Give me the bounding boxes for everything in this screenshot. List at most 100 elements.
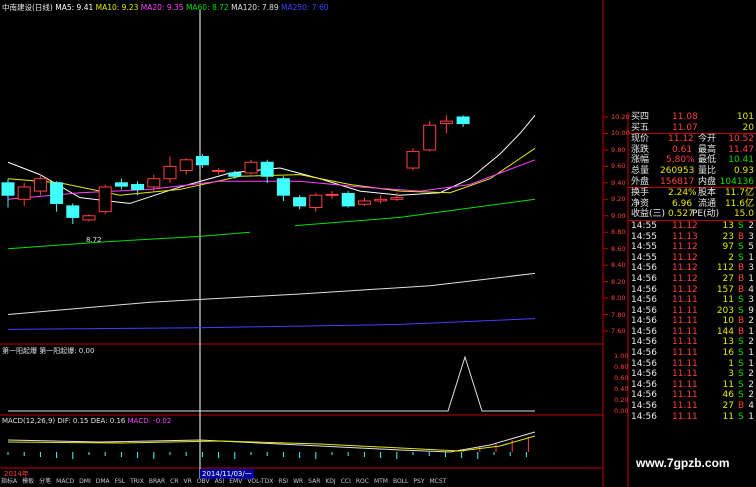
indicator-axis-label: 1.00	[614, 352, 629, 360]
candle-body	[50, 182, 64, 204]
tick-row[interactable]: 14:55 11.12 97 S 5	[628, 242, 756, 253]
ma20-label: MA20: 9.35	[140, 3, 184, 12]
tick-time: 14:56	[631, 401, 657, 412]
tick-row[interactable]: 14:56 11.11 11 S 1	[628, 412, 756, 423]
tick-count: 5	[748, 242, 754, 253]
tab-brar[interactable]: BRAR	[148, 477, 166, 487]
tab-cr[interactable]: CR	[169, 477, 179, 487]
tick-row[interactable]: 14:56 11.12 157 B 4	[628, 285, 756, 296]
tick-direction: B	[738, 263, 745, 274]
tab-vr[interactable]: VR	[183, 477, 193, 487]
tick-row[interactable]: 14:56 11.11 11 S 2	[628, 380, 756, 391]
tab-rsi[interactable]: RSI	[277, 477, 289, 487]
candle-body	[374, 198, 388, 202]
price-axis-label: 8.20	[611, 277, 626, 286]
candle-body	[423, 124, 437, 151]
tick-price: 11.11	[672, 390, 698, 401]
tick-direction: S	[738, 242, 744, 253]
tab-boll[interactable]: BOLL	[392, 477, 409, 487]
quote-panel: 买四 11.08 101 买五 11.07 20 现价 11.12 今开 10.…	[628, 112, 756, 422]
tab-trix[interactable]: TRIX	[129, 477, 145, 487]
tick-price: 11.11	[672, 316, 698, 327]
tick-direction: B	[738, 231, 745, 242]
tab-mcst[interactable]: MCST	[429, 477, 448, 487]
tab-指标a[interactable]: 指标A	[0, 477, 18, 487]
indicator-axis-label: 0.80	[614, 363, 629, 371]
tab-mtm[interactable]: MTM	[373, 477, 389, 487]
tick-count: 4	[748, 284, 754, 295]
candlestick-series	[1, 115, 470, 224]
tick-row[interactable]: 14:56 11.12 27 B 1	[628, 274, 756, 285]
tick-price: 11.12	[672, 252, 698, 263]
tick-row[interactable]: 14:56 11.11 13 S 2	[628, 337, 756, 348]
tick-count: 1	[748, 273, 754, 284]
tick-direction: S	[738, 337, 744, 348]
tab-vol-tdx[interactable]: VOL-TDX	[246, 477, 274, 487]
tick-volume: 11	[722, 379, 734, 390]
tick-row[interactable]: 14:56 11.11 16 S 1	[628, 348, 756, 359]
tick-row[interactable]: 14:56 11.11 203 S 9	[628, 306, 756, 317]
tick-price: 11.11	[672, 401, 698, 412]
low-label: 最低	[698, 155, 717, 166]
net-label: 净资	[631, 198, 650, 209]
tick-row[interactable]: 14:55 11.13 23 B 3	[628, 232, 756, 243]
tab-dmi[interactable]: DMI	[78, 477, 92, 487]
ma60-line-2	[294, 198, 536, 227]
float-val: 11.6亿	[724, 198, 754, 209]
tick-row[interactable]: 14:56 11.11 144 B 1	[628, 327, 756, 338]
ask4-row: 买四 11.08 101	[628, 112, 756, 123]
moving-average-lines	[7, 115, 536, 330]
tab-分笔[interactable]: 分笔	[38, 477, 52, 487]
tick-list[interactable]: 14:55 11.12 13 S 2 14:55 11.13 23 B 3 14:55 11.12 97…	[628, 221, 756, 422]
tick-row[interactable]: 14:56 11.11 3 S 2	[628, 369, 756, 380]
tick-time: 14:56	[631, 263, 657, 274]
tick-row[interactable]: 14:56 11.11 1 S 1	[628, 359, 756, 370]
candle-body	[195, 156, 209, 166]
tick-row[interactable]: 14:55 11.12 2 S 1	[628, 253, 756, 264]
tab-kdj[interactable]: KDJ	[324, 477, 336, 487]
ask4-price: 11.08	[672, 112, 698, 122]
tab-macd[interactable]: MACD	[55, 477, 75, 487]
tab-sar[interactable]: SAR	[307, 477, 321, 487]
tab-cci[interactable]: CCI	[340, 477, 352, 487]
ask4-vol: 101	[736, 112, 754, 122]
tick-count: 1	[748, 358, 754, 369]
tick-row[interactable]: 14:56 11.11 10 B 2	[628, 316, 756, 327]
tick-count: 1	[748, 411, 754, 422]
tab-emv[interactable]: EMV	[228, 477, 243, 487]
tab-fsl[interactable]: FSL	[114, 477, 127, 487]
tick-direction: S	[738, 295, 744, 306]
tick-count: 3	[748, 295, 754, 306]
tick-price: 11.12	[672, 220, 698, 231]
tick-row[interactable]: 14:56 11.11 46 S 2	[628, 390, 756, 401]
ask5-label: 买五	[631, 122, 650, 133]
tick-row[interactable]: 14:56 11.11 27 B 4	[628, 401, 756, 412]
open-val: 10.52	[728, 134, 754, 145]
tick-volume: 27	[722, 273, 734, 284]
tick-volume: 1	[728, 358, 734, 369]
candle-body	[98, 186, 112, 213]
ask5-vol: 20	[742, 122, 754, 133]
tab-wr[interactable]: WR	[292, 477, 304, 487]
tab-roc[interactable]: ROC	[355, 477, 370, 487]
tick-row[interactable]: 14:56 11.12 112 B 3	[628, 263, 756, 274]
tick-row[interactable]: 14:56 11.11 11 S 3	[628, 295, 756, 306]
tick-volume: 97	[722, 242, 734, 253]
tab-obv[interactable]: OBV	[196, 477, 211, 487]
tick-time: 14:56	[631, 326, 657, 337]
tick-time: 14:55	[631, 220, 657, 231]
tab-psy[interactable]: PSY	[412, 477, 425, 487]
candle-body	[114, 182, 128, 187]
tab-asi[interactable]: ASI	[214, 477, 226, 487]
tick-row[interactable]: 14:55 11.12 13 S 2	[628, 221, 756, 232]
tick-time: 14:55	[631, 231, 657, 242]
tick-volume: 2	[728, 252, 734, 263]
tab-模板[interactable]: 模板	[21, 477, 35, 487]
tab-dma[interactable]: DMA	[95, 477, 111, 487]
ma120-line	[7, 272, 536, 316]
quote-row-now: 现价 11.12 今开 10.52	[628, 134, 756, 145]
quote-row-pct: 涨幅 5.80% 最低 10.41	[628, 155, 756, 166]
tick-volume: 112	[716, 263, 734, 274]
price-axis-label: 9.80	[611, 145, 626, 154]
candle-body	[179, 159, 193, 172]
